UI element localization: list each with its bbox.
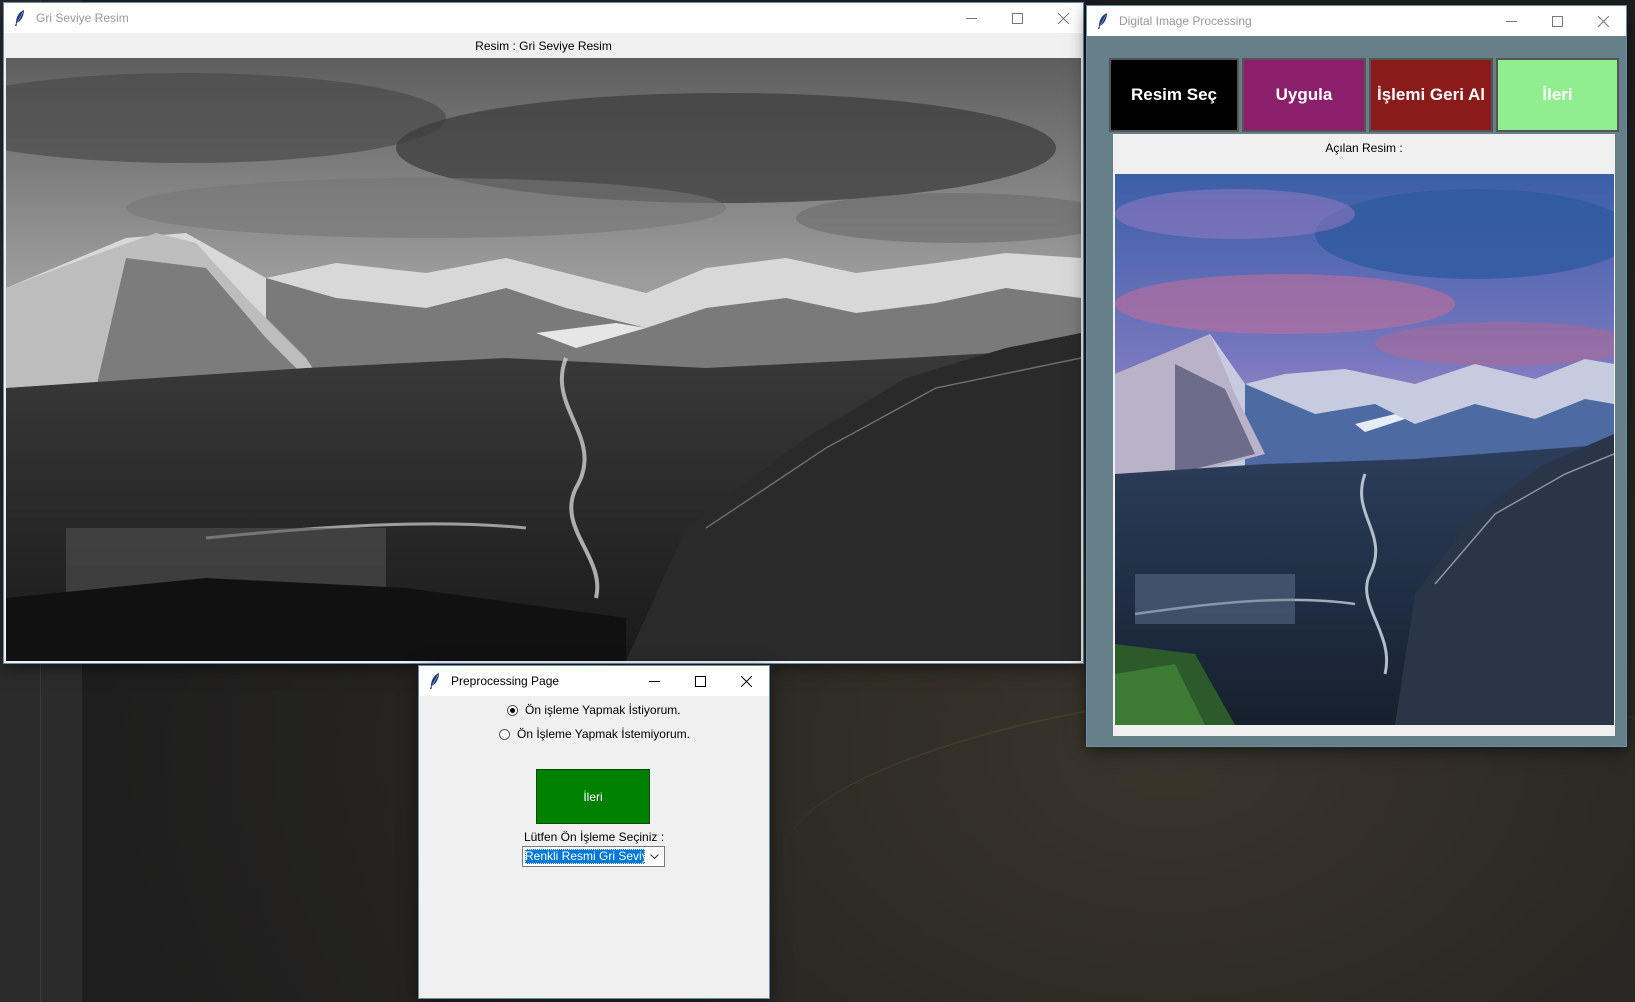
next-button[interactable]: İleri xyxy=(536,769,650,824)
chevron-down-icon[interactable] xyxy=(646,849,662,864)
color-image xyxy=(1115,174,1614,725)
minimize-icon[interactable] xyxy=(1488,6,1534,36)
next-button[interactable]: İleri xyxy=(1496,58,1619,132)
image-caption: Resim : Gri Seviye Resim xyxy=(475,39,612,53)
window-title: Gri Seviye Resim xyxy=(36,11,129,25)
radio-label-yes: Ön işleme Yapmak İstiyorum. xyxy=(525,703,681,717)
image-caption: Açılan Resim : xyxy=(1325,141,1403,155)
preprocessing-window: Preprocessing Page Ön işleme Yapmak İsti… xyxy=(419,666,769,998)
apply-button[interactable]: Uygula xyxy=(1242,58,1366,132)
select-image-button[interactable]: Resim Seç xyxy=(1109,58,1239,132)
maximize-icon[interactable] xyxy=(1534,6,1580,36)
close-icon[interactable] xyxy=(1040,3,1086,33)
grayscale-image xyxy=(6,58,1081,661)
radio-option-yes[interactable]: Ön işleme Yapmak İstiyorum. xyxy=(507,703,681,717)
gray-image-window: Gri Seviye Resim Resim : Gri Seviye Resi… xyxy=(4,3,1083,663)
maximize-icon[interactable] xyxy=(994,3,1040,33)
close-icon[interactable] xyxy=(723,666,769,696)
title-bar[interactable]: Gri Seviye Resim xyxy=(4,3,1083,33)
feather-icon xyxy=(15,10,24,26)
main-app-window: Digital Image Processing Resim Seç Uygul… xyxy=(1087,6,1626,746)
window-title: Preprocessing Page xyxy=(451,674,560,688)
preprocessing-combobox[interactable]: Renkli Resmi Gri Seviye xyxy=(522,846,665,867)
title-bar[interactable]: Digital Image Processing xyxy=(1087,6,1626,36)
title-bar[interactable]: Preprocessing Page xyxy=(419,666,769,696)
close-icon[interactable] xyxy=(1580,6,1626,36)
feather-icon xyxy=(1098,13,1107,29)
combobox-value: Renkli Resmi Gri Seviye xyxy=(525,849,645,864)
feather-icon xyxy=(430,673,439,689)
image-panel: Açılan Resim : xyxy=(1113,134,1615,736)
undo-button[interactable]: İşlemi Geri Al xyxy=(1369,58,1493,132)
minimize-icon[interactable] xyxy=(948,3,994,33)
radio-option-no[interactable]: Ön İşleme Yapmak İstemiyorum. xyxy=(499,727,690,741)
radio-button-yes[interactable] xyxy=(507,704,518,716)
minimize-icon[interactable] xyxy=(631,666,677,696)
radio-button-no[interactable] xyxy=(499,728,510,740)
maximize-icon[interactable] xyxy=(677,666,723,696)
preprocessing-select-label: Lütfen Ön İşleme Seçiniz : xyxy=(523,830,665,844)
radio-label-no: Ön İşleme Yapmak İstemiyorum. xyxy=(517,727,690,741)
window-title: Digital Image Processing xyxy=(1119,14,1252,28)
